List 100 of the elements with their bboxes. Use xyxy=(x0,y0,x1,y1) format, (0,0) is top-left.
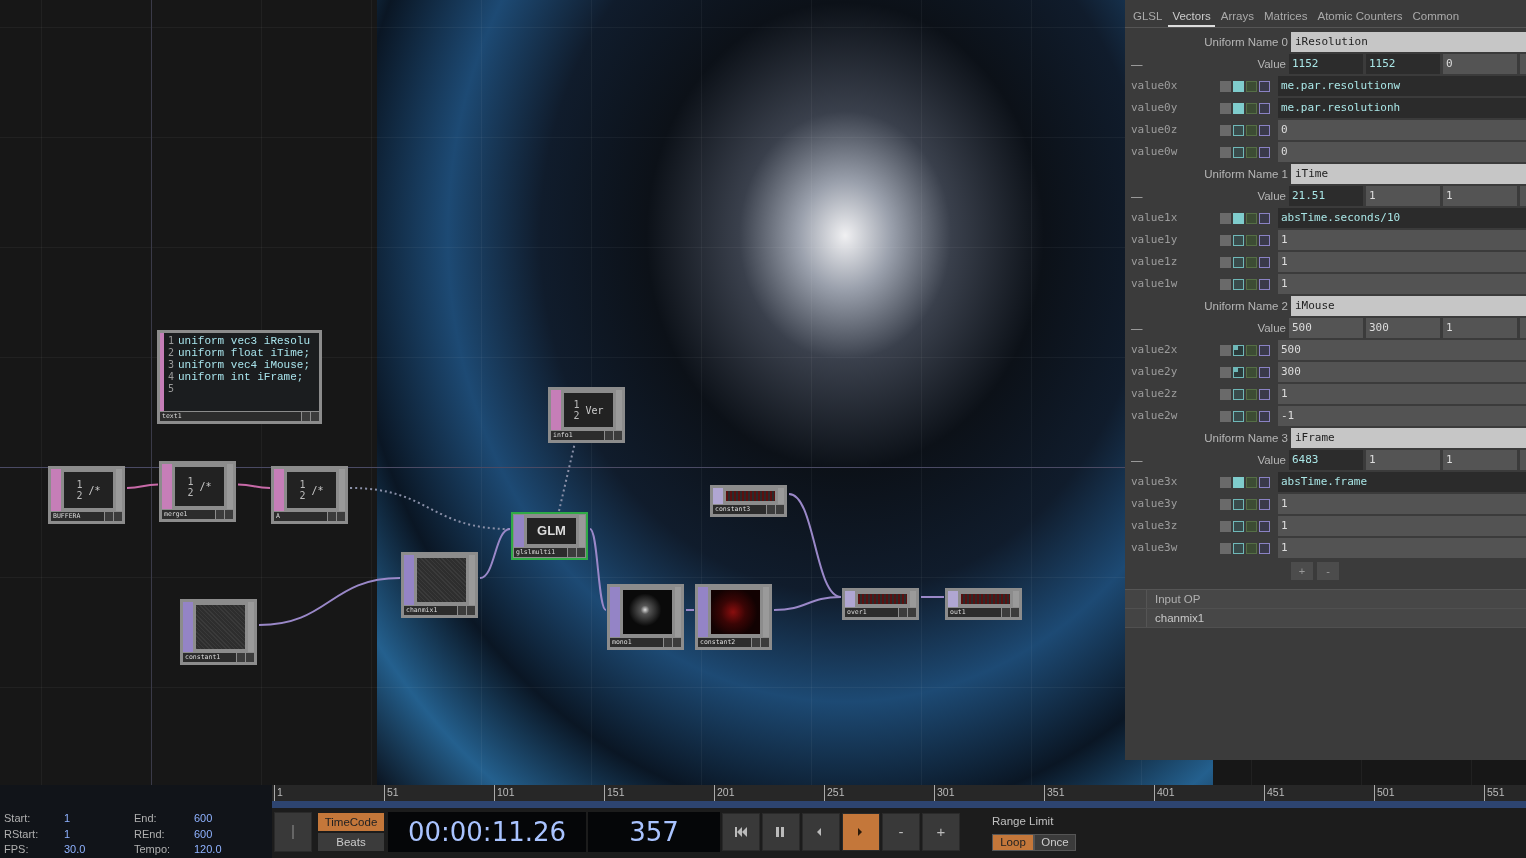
node-input-strip[interactable] xyxy=(698,587,708,637)
mode-toggle[interactable] xyxy=(1220,344,1231,356)
mode-toggle[interactable] xyxy=(1246,366,1257,378)
mode-toggle[interactable] xyxy=(1233,212,1244,224)
mode-toggle[interactable] xyxy=(1259,498,1270,510)
mode-toggle[interactable] xyxy=(1233,366,1244,378)
value-field[interactable]: 1 xyxy=(1278,516,1526,536)
mode-toggle[interactable] xyxy=(1220,366,1231,378)
value-field[interactable] xyxy=(1520,186,1526,206)
value-field[interactable]: 1 xyxy=(1443,450,1518,470)
mode-toggle[interactable] xyxy=(1259,344,1270,356)
node-input-strip[interactable] xyxy=(514,515,524,547)
value-field[interactable]: -1 xyxy=(1278,406,1526,426)
transport-button[interactable] xyxy=(762,813,800,851)
value-field[interactable]: 6483 xyxy=(1288,450,1363,470)
mode-toggle[interactable] xyxy=(1233,476,1244,488)
collapse-toggle[interactable]: — xyxy=(1125,450,1155,470)
expression-field[interactable]: me.par.resolutionw xyxy=(1278,76,1526,96)
value-field[interactable]: 21.51 xyxy=(1288,186,1363,206)
mode-toggle[interactable] xyxy=(1259,146,1270,158)
mode-toggle[interactable] xyxy=(1246,256,1257,268)
expression-field[interactable]: absTime.frame xyxy=(1278,472,1526,492)
mode-toggle[interactable] xyxy=(1259,80,1270,92)
mode-toggle[interactable] xyxy=(1246,124,1257,136)
mode-toggle[interactable] xyxy=(1220,256,1231,268)
collapse-toggle[interactable]: — xyxy=(1125,318,1155,338)
value-field[interactable]: 1152 xyxy=(1288,54,1363,74)
mode-toggle[interactable] xyxy=(1259,212,1270,224)
value-field[interactable]: 300 xyxy=(1366,318,1441,338)
mode-toggle[interactable] xyxy=(1233,124,1244,136)
value-field[interactable]: 1 xyxy=(1278,274,1526,294)
value-field[interactable]: 1 xyxy=(1443,186,1518,206)
node-input-strip[interactable] xyxy=(845,591,855,607)
mode-toggle[interactable] xyxy=(1259,388,1270,400)
value-field[interactable]: 500 xyxy=(1278,340,1526,360)
remove-button[interactable]: - xyxy=(1317,562,1339,580)
mode-toggle[interactable] xyxy=(1220,410,1231,422)
value-field[interactable]: 1152 xyxy=(1366,54,1441,74)
value-field[interactable] xyxy=(1520,54,1526,74)
mode-toggle[interactable] xyxy=(1259,278,1270,290)
mode-toggle[interactable] xyxy=(1233,80,1244,92)
value-field[interactable]: 1 xyxy=(1278,494,1526,514)
mode-toggle[interactable] xyxy=(1233,498,1244,510)
mode-toggle[interactable] xyxy=(1220,234,1231,246)
mode-toggle[interactable] xyxy=(1233,344,1244,356)
mode-toggle[interactable] xyxy=(1233,410,1244,422)
node-input-strip[interactable] xyxy=(51,469,61,511)
uniform-name-field[interactable]: iMouse xyxy=(1291,296,1526,316)
value-field[interactable]: 1 xyxy=(1366,186,1441,206)
mode-toggle[interactable] xyxy=(1246,102,1257,114)
node-input-strip[interactable] xyxy=(162,464,172,509)
mode-toggle[interactable] xyxy=(1246,80,1257,92)
value-field[interactable]: 500 xyxy=(1288,318,1363,338)
mode-toggle[interactable] xyxy=(1259,520,1270,532)
mode-toggle[interactable] xyxy=(1220,124,1231,136)
mode-toggle[interactable] xyxy=(1246,212,1257,224)
mode-toggle[interactable] xyxy=(1233,278,1244,290)
mode-toggle[interactable] xyxy=(1259,542,1270,554)
node-input-strip[interactable] xyxy=(183,602,193,652)
range-button[interactable] xyxy=(274,812,312,852)
value-field[interactable]: 1 xyxy=(1443,318,1518,338)
uniform-name-field[interactable]: iFrame xyxy=(1291,428,1526,448)
collapse-toggle[interactable]: — xyxy=(1125,54,1155,74)
node-input-strip[interactable] xyxy=(160,333,164,411)
mode-toggle[interactable] xyxy=(1233,146,1244,158)
mode-toggle[interactable] xyxy=(1233,234,1244,246)
mode-toggle[interactable] xyxy=(1259,476,1270,488)
node-input-strip[interactable] xyxy=(948,591,958,607)
mode-toggle[interactable] xyxy=(1220,498,1231,510)
mode-toggle[interactable] xyxy=(1220,80,1231,92)
mode-toggle[interactable] xyxy=(1220,542,1231,554)
uniform-name-field[interactable]: iTime xyxy=(1291,164,1526,184)
value-field[interactable]: 0 xyxy=(1278,142,1526,162)
panel-tab[interactable]: Arrays xyxy=(1216,6,1258,27)
expression-field[interactable]: me.par.resolutionh xyxy=(1278,98,1526,118)
mode-toggle[interactable] xyxy=(1220,278,1231,290)
value-field[interactable]: 0 xyxy=(1443,54,1518,74)
node-input-strip[interactable] xyxy=(274,469,284,511)
node-input-strip[interactable] xyxy=(551,390,561,430)
value-field[interactable]: 0 xyxy=(1278,120,1526,140)
mode-toggle[interactable] xyxy=(1233,102,1244,114)
transport-button[interactable]: - xyxy=(882,813,920,851)
transport-button[interactable] xyxy=(722,813,760,851)
mode-toggle[interactable] xyxy=(1220,388,1231,400)
mode-toggle[interactable] xyxy=(1233,388,1244,400)
panel-tab[interactable]: Common xyxy=(1408,6,1464,27)
panel-tab[interactable]: GLSL xyxy=(1129,6,1167,27)
mode-toggle[interactable] xyxy=(1246,542,1257,554)
time-mode-button[interactable]: TimeCode xyxy=(318,813,384,831)
transport-button[interactable] xyxy=(842,813,880,851)
mode-toggle[interactable] xyxy=(1220,520,1231,532)
mode-toggle[interactable] xyxy=(1233,256,1244,268)
collapse-toggle[interactable]: — xyxy=(1125,186,1155,206)
time-mode-button[interactable]: Beats xyxy=(318,833,384,851)
value-field[interactable]: 1 xyxy=(1278,538,1526,558)
range-mode-button[interactable]: Loop xyxy=(992,833,1034,851)
uniform-name-field[interactable]: iResolution xyxy=(1291,32,1526,52)
transport-button[interactable]: + xyxy=(922,813,960,851)
value-field[interactable]: 1 xyxy=(1278,230,1526,250)
mode-toggle[interactable] xyxy=(1246,388,1257,400)
